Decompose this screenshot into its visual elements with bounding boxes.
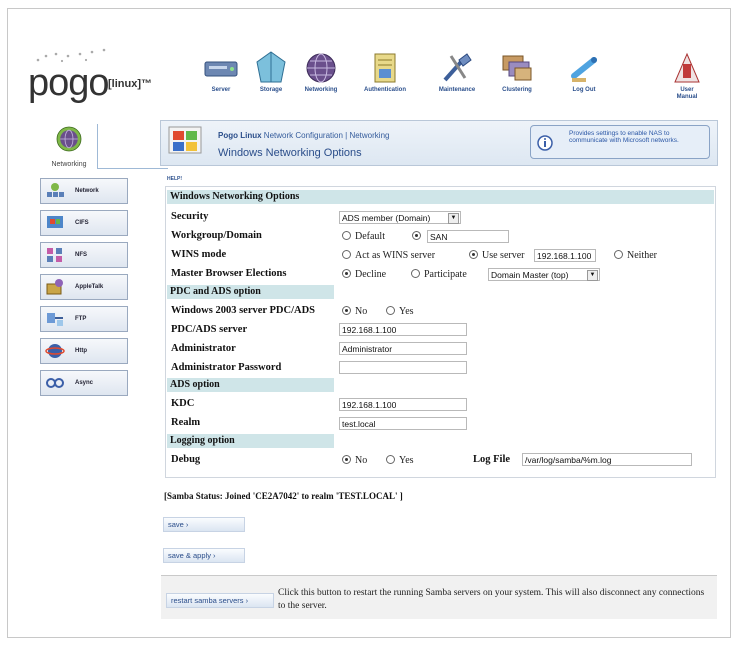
realm-input[interactable]: test.local <box>339 417 467 430</box>
pdc-server-input[interactable]: 192.168.1.100 <box>339 323 467 336</box>
pdc2003-yes-radio[interactable]: Yes <box>386 306 414 317</box>
sidebar-current-section: Networking <box>40 124 98 172</box>
windows-networking-form: Windows Networking Options Security ADS … <box>165 186 716 478</box>
restart-samba-button[interactable]: restart samba servers › <box>166 593 274 608</box>
network-icon <box>47 183 64 197</box>
sidebar-divider <box>97 124 98 169</box>
sidebar-item-appletalk[interactable]: AppleTalk <box>40 274 128 300</box>
pdc2003-no-radio[interactable]: No <box>342 306 367 317</box>
wins-use-radio[interactable]: Use server <box>469 250 524 261</box>
wins-label: WINS mode <box>171 249 227 260</box>
section-title-main: Windows Networking Options <box>167 190 714 204</box>
appletalk-icon <box>46 279 63 295</box>
info-notice: Provides settings to enable NAS to commu… <box>530 125 710 159</box>
security-label: Security <box>171 211 209 222</box>
logfile-input[interactable]: /var/log/samba/%m.log <box>522 453 692 466</box>
authentication-icon <box>374 53 396 83</box>
clustering-icon <box>502 55 532 81</box>
debug-label: Debug <box>171 454 201 465</box>
master-role-select[interactable]: Domain Master (top) ▼ <box>488 268 600 281</box>
help-link[interactable]: HELP! <box>167 176 182 182</box>
workgroup-custom-radio[interactable] <box>412 231 425 242</box>
sidebar-item-network[interactable]: Network <box>40 178 128 204</box>
nav-authentication[interactable]: Authentication <box>350 50 420 94</box>
debug-no-radio[interactable]: No <box>342 455 367 466</box>
pdc-server-label: PDC/ADS server <box>171 324 248 335</box>
logfile-label: Log File <box>473 454 511 465</box>
logo-text: pogo <box>28 62 110 104</box>
http-icon <box>45 344 65 358</box>
workgroup-default-radio[interactable]: Default <box>342 231 385 242</box>
sidebar-item-ftp[interactable]: FTP <box>40 306 128 332</box>
master-participate-radio[interactable]: Participate <box>411 269 467 280</box>
master-browser-label: Master Browser Elections <box>171 268 287 279</box>
networking-globe-icon <box>56 126 82 152</box>
admin-password-input[interactable] <box>339 361 467 374</box>
async-icon <box>46 378 64 388</box>
top-navigation: Server Storage Networking Authentication… <box>186 50 726 102</box>
chevron-down-icon: ▼ <box>587 270 598 281</box>
admin-password-label: Administrator Password <box>171 362 282 373</box>
chevron-down-icon: ▼ <box>448 213 459 224</box>
administrator-input[interactable]: Administrator <box>339 342 467 355</box>
workgroup-label: Workgroup/Domain <box>171 230 262 241</box>
pogo-linux-logo[interactable]: pogo [linux]™ <box>28 48 156 108</box>
master-decline-radio[interactable]: Decline <box>342 269 386 280</box>
section-title-logging: Logging option <box>167 434 334 448</box>
workgroup-input[interactable]: SAN <box>427 230 509 243</box>
ftp-icon <box>47 313 63 326</box>
debug-yes-radio[interactable]: Yes <box>386 455 414 466</box>
nav-logout[interactable]: Log Out <box>549 50 619 94</box>
pdc2003-label: Windows 2003 server PDC/ADS <box>171 305 315 316</box>
realm-label: Realm <box>171 417 201 428</box>
nfs-icon <box>47 248 62 262</box>
wins-neither-radio[interactable]: Neither <box>614 250 657 261</box>
section-title-pdc: PDC and ADS option <box>167 285 334 299</box>
security-select[interactable]: ADS member (Domain) ▼ <box>339 211 461 224</box>
save-button[interactable]: save › <box>163 517 245 532</box>
wins-server-input[interactable]: 192.168.1.100 <box>534 249 596 262</box>
samba-status: [Samba Status: Joined 'CE2A7042' to real… <box>164 491 403 501</box>
sidebar-item-http[interactable]: Http <box>40 338 128 364</box>
info-icon <box>537 135 553 151</box>
logo-subtext: [linux]™ <box>108 78 152 90</box>
windows-logo-icon <box>168 126 202 154</box>
kdc-label: KDC <box>171 398 195 409</box>
maintenance-icon <box>443 53 472 82</box>
section-title-ads: ADS option <box>167 378 334 392</box>
wins-act-radio[interactable]: Act as WINS server <box>342 250 435 261</box>
kdc-input[interactable]: 192.168.1.100 <box>339 398 467 411</box>
sidebar-item-nfs[interactable]: NFS <box>40 242 128 268</box>
networking-globe-icon <box>306 53 336 83</box>
notice-text: Provides settings to enable NAS to commu… <box>569 130 679 144</box>
administrator-label: Administrator <box>171 343 236 354</box>
nav-networking[interactable]: Networking <box>286 50 356 94</box>
restart-section: restart samba servers › Click this butto… <box>161 575 717 619</box>
page-header: Pogo Linux Network Configuration | Netwo… <box>160 120 718 166</box>
breadcrumb: Pogo Linux Network Configuration | Netwo… <box>218 131 390 140</box>
sidebar-current-label: Networking <box>51 161 87 168</box>
restart-description: Click this button to restart the running… <box>278 588 705 611</box>
user-manual-icon <box>674 52 700 83</box>
server-icon <box>204 61 238 77</box>
save-apply-button[interactable]: save & apply › <box>163 548 245 563</box>
sidebar-divider <box>98 168 168 169</box>
storage-icon <box>256 51 286 83</box>
sidebar-item-cifs[interactable]: CIFS <box>40 210 128 236</box>
page-title: Windows Networking Options <box>218 147 362 159</box>
nav-clustering[interactable]: Clustering <box>482 50 552 94</box>
nav-user-manual[interactable]: User Manual <box>652 50 722 101</box>
logout-icon <box>571 57 597 82</box>
sidebar-item-async[interactable]: Async <box>40 370 128 396</box>
cifs-icon <box>47 216 63 228</box>
